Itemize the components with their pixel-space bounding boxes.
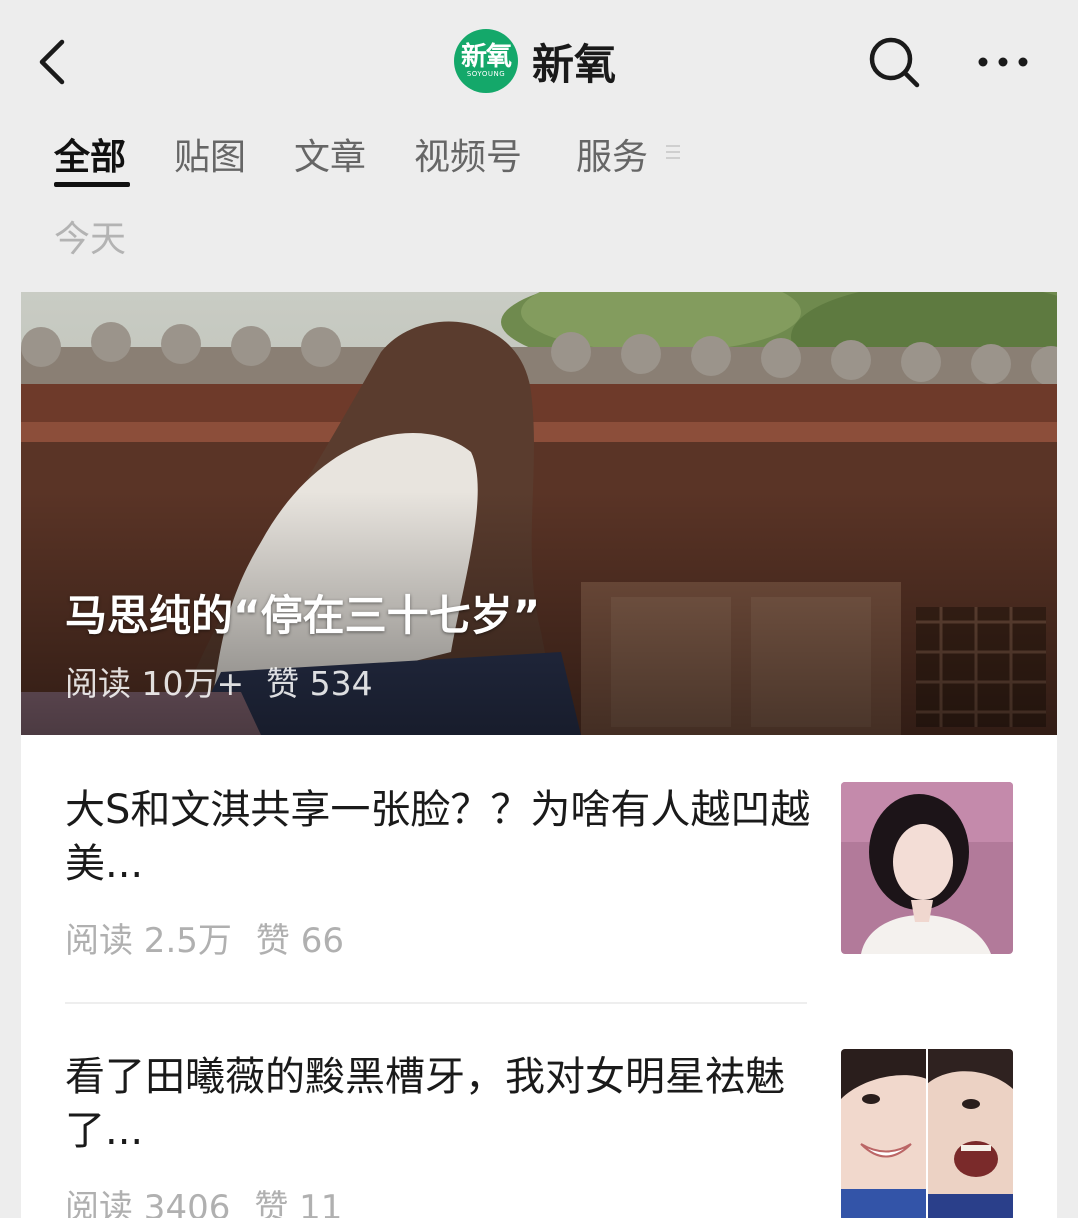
article-thumbnail	[841, 782, 1013, 954]
article-stats: 阅读 2.5万赞 66	[65, 913, 368, 962]
like-count: 赞 66	[255, 921, 344, 961]
tab-all[interactable]: 全部	[54, 128, 130, 187]
read-count: 阅读 2.5万	[65, 921, 232, 961]
logo-subtext: SOYOUNG	[466, 69, 506, 78]
read-count: 阅读 10万+	[65, 664, 245, 703]
hero-article[interactable]: 马思纯的“停在三十七岁” 阅读 10万+ 赞 534	[21, 292, 1057, 735]
tab-services[interactable]: 服务	[576, 128, 648, 180]
tab-images[interactable]: 贴图	[174, 128, 246, 180]
article-item[interactable]: 大S和文淇共享一张脸？？为啥有人越凹越美... 阅读 2.5万赞 66	[21, 735, 1057, 1005]
like-count: 赞 11	[254, 1188, 343, 1218]
hero-stats: 阅读 10万+ 赞 534	[65, 657, 395, 705]
hero-title: 马思纯的“停在三十七岁”	[65, 591, 541, 640]
articles-card: 马思纯的“停在三十七岁” 阅读 10万+ 赞 534 大S和文淇共享一张脸？？为啥…	[21, 292, 1057, 1218]
logo-text: 新氧	[460, 41, 512, 72]
read-count: 阅读 3406	[65, 1188, 231, 1218]
article-title: 看了田曦薇的黢黑槽牙，我对女明星祛魅了...	[65, 1054, 785, 1154]
active-tab-indicator	[54, 182, 130, 187]
search-icon[interactable]	[866, 34, 922, 90]
article-thumbnail	[841, 1049, 1013, 1218]
menu-lines-icon[interactable]	[664, 141, 682, 163]
like-count: 赞 534	[266, 664, 373, 703]
tab-articles[interactable]: 文章	[294, 128, 366, 180]
tab-label: 全部	[54, 137, 127, 178]
article-item[interactable]: 看了田曦薇的黢黑槽牙，我对女明星祛魅了... 阅读 3406 赞 11	[21, 1004, 1057, 1218]
tab-channels[interactable]: 视频号	[414, 128, 522, 180]
account-brand[interactable]: 新氧 SOYOUNG 新氧	[454, 28, 616, 94]
account-name: 新氧	[532, 39, 617, 89]
back-arrow-icon[interactable]	[32, 36, 76, 88]
article-title: 大S和文淇共享一张脸？？为啥有人越凹越美...	[65, 787, 811, 887]
top-bar: 新氧 SOYOUNG 新氧	[0, 0, 1078, 120]
article-stats: 阅读 3406 赞 11	[65, 1180, 366, 1218]
date-label: 今天	[54, 219, 127, 260]
more-options-icon[interactable]	[974, 48, 1032, 76]
account-logo: 新氧 SOYOUNG	[454, 29, 518, 93]
